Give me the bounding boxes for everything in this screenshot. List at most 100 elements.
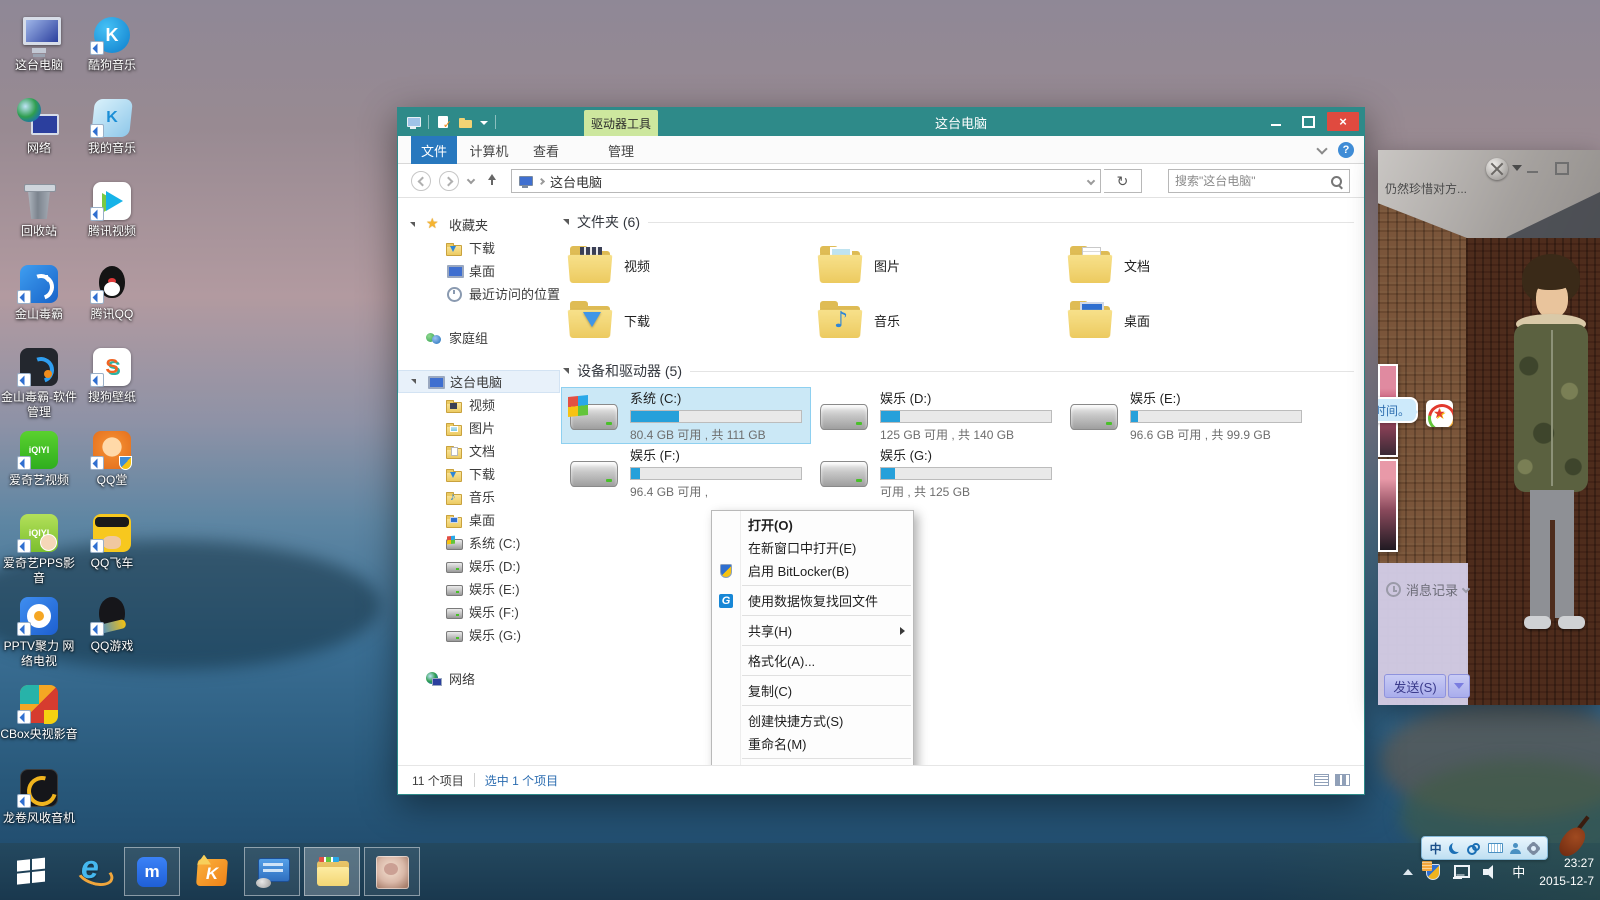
help-icon[interactable]: ? — [1338, 142, 1354, 158]
drive-tile-娱乐 (D:)[interactable]: 娱乐 (D:)125 GB 可用 , 共 140 GB — [811, 387, 1061, 444]
minimize-button[interactable] — [1263, 112, 1289, 131]
desktop-icon-iqiyi-pps[interactable]: iQIYI爱奇艺PPS影音 — [0, 513, 78, 586]
send-options-dropdown[interactable] — [1448, 674, 1470, 698]
desktop-icon-kingsoft-antivirus[interactable]: 金山毒霸 — [0, 264, 78, 322]
maximize-icon[interactable] — [1554, 162, 1568, 174]
forward-button[interactable] — [439, 171, 459, 191]
message-history-label[interactable]: 消息记录 — [1406, 580, 1458, 599]
desktop-icon-my-music[interactable]: K我的音乐 — [73, 98, 151, 156]
sidebar-item-桌面[interactable]: 桌面 — [398, 259, 560, 282]
hidden-icons-chevron[interactable] — [1403, 869, 1413, 875]
moon-icon[interactable] — [1449, 843, 1460, 854]
sidebar-item-网络[interactable]: 网络 — [398, 667, 560, 690]
menu-item-使用数据恢复找回文件[interactable]: G使用数据恢复找回文件 — [712, 589, 913, 612]
recent-locations-chevron[interactable] — [467, 176, 475, 184]
desktop-icon-qq-games[interactable]: QQ游戏 — [73, 596, 151, 654]
group-header[interactable]: 文件夹 (6) — [563, 212, 1354, 232]
drive-tile-娱乐 (F:)[interactable]: 娱乐 (F:)96.4 GB 可用 , — [561, 444, 811, 501]
expand-triangle-icon[interactable] — [411, 379, 416, 384]
sogou-icon[interactable] — [1467, 843, 1480, 853]
menu-item-共享(H)[interactable]: 共享(H) — [712, 619, 913, 642]
group-collapse-triangle-icon[interactable] — [563, 219, 569, 225]
desktop-icon-pptv[interactable]: PPTV聚力 网络电视 — [0, 596, 78, 669]
collapse-ribbon-icon[interactable] — [1316, 143, 1327, 154]
drive-tile-娱乐 (G:)[interactable]: 娱乐 (G:)可用 , 共 125 GB — [811, 444, 1061, 501]
search-input[interactable] — [1175, 174, 1330, 188]
menu-item-在新窗口中打开(E)[interactable]: 在新窗口中打开(E) — [712, 536, 913, 559]
taskbar-button-kugou-player[interactable]: K — [184, 847, 240, 896]
sidebar-item-文档[interactable]: 文档 — [398, 439, 560, 462]
desktop-icon-network[interactable]: 网络 — [0, 98, 78, 156]
desktop-icon-kugou-music[interactable]: K酷狗音乐 — [73, 15, 151, 73]
taskbar-button-photo-viewer[interactable] — [364, 847, 420, 896]
sidebar-item-下载[interactable]: 下载 — [398, 462, 560, 485]
new-folder-icon[interactable] — [458, 116, 473, 129]
tab-文件[interactable]: 文件 — [411, 136, 457, 164]
menu-item-打开(O)[interactable]: 打开(O) — [712, 513, 913, 536]
desktop-icon-sogou-wallpaper[interactable]: S搜狗壁纸 — [73, 347, 151, 405]
sidebar-item-最近访问的位置[interactable]: 最近访问的位置 — [398, 282, 560, 305]
tab-查看[interactable]: 查看 — [521, 136, 571, 164]
desktop-icon-qq-tang[interactable]: QQ堂 — [73, 430, 151, 488]
desktop-icon-tornado-radio[interactable]: 龙卷风收音机 — [0, 768, 78, 826]
drive-tile-系统 (C:)[interactable]: 系统 (C:)80.4 GB 可用 , 共 111 GB — [561, 387, 811, 444]
drive-tile-娱乐 (E:)[interactable]: 娱乐 (E:)96.6 GB 可用 , 共 99.9 GB — [1061, 387, 1311, 444]
ime-mode-label[interactable]: 中 — [1430, 840, 1442, 857]
desktop-icon-tencent-qq[interactable]: 腾讯QQ — [73, 264, 151, 322]
tab-计算机[interactable]: 计算机 — [461, 136, 517, 164]
folder-tile-音乐[interactable]: ♪音乐 — [811, 293, 1061, 348]
sidebar-item-下载[interactable]: 下载 — [398, 236, 560, 259]
up-button[interactable] — [486, 174, 498, 186]
back-button[interactable] — [411, 171, 431, 191]
menu-item-复制(C)[interactable]: 复制(C) — [712, 679, 913, 702]
folder-tile-桌面[interactable]: 桌面 — [1061, 293, 1311, 348]
refresh-button[interactable]: ↻ — [1104, 169, 1142, 193]
folder-tile-图片[interactable]: 图片 — [811, 238, 1061, 293]
sidebar-item-娱乐 (D:)[interactable]: 娱乐 (D:) — [398, 554, 560, 577]
sidebar-item-系统 (C:)[interactable]: 系统 (C:) — [398, 531, 560, 554]
expand-triangle-icon[interactable] — [410, 222, 415, 227]
send-button[interactable]: 发送(S) — [1384, 674, 1446, 698]
photo-thumbnail[interactable] — [1378, 459, 1398, 552]
title-bar[interactable]: 驱动器工具 这台电脑 × — [398, 108, 1364, 136]
maximize-button[interactable] — [1295, 112, 1321, 131]
desktop-icon-tencent-video[interactable]: 腾讯视频 — [73, 181, 151, 239]
folder-tile-下载[interactable]: 下载 — [561, 293, 811, 348]
taskbar-button-start[interactable] — [4, 847, 60, 896]
tab-管理[interactable]: 管理 — [584, 136, 658, 164]
folder-tile-文档[interactable]: 文档 — [1061, 238, 1311, 293]
thumbnails-view-icon[interactable] — [1335, 774, 1350, 786]
customize-chevron-icon[interactable] — [480, 121, 488, 125]
sidebar-item-桌面[interactable]: 桌面 — [398, 508, 560, 531]
menu-item-属性(R)[interactable]: 属性(R) — [712, 762, 913, 765]
taskbar-button-file-explorer[interactable] — [304, 847, 360, 896]
ime-toolbar[interactable]: 中 — [1421, 836, 1548, 860]
desktop-icon-qq-speed[interactable]: QQ飞车 — [73, 513, 151, 571]
search-box[interactable] — [1168, 169, 1350, 193]
message-history-row[interactable]: 消息记录 — [1386, 580, 1469, 599]
network-icon[interactable] — [1453, 865, 1470, 879]
desktop-icon-kingsoft-manager[interactable]: 金山毒霸-软件管理 — [0, 347, 78, 420]
minimize-icon[interactable] — [1526, 162, 1540, 174]
taskbar-button-control-panel[interactable] — [244, 847, 300, 896]
desktop-icon-cbox[interactable]: CBox央视影音 — [0, 684, 78, 742]
folder-tile-视频[interactable]: 视频 — [561, 238, 811, 293]
sidebar-item-图片[interactable]: 图片 — [398, 416, 560, 439]
group-header[interactable]: 设备和驱动器 (5) — [563, 361, 1354, 381]
ime-indicator[interactable]: 中 — [1511, 861, 1526, 882]
address-dropdown-chevron[interactable] — [1087, 177, 1095, 185]
sidebar-item-娱乐 (F:)[interactable]: 娱乐 (F:) — [398, 600, 560, 623]
soft-keyboard-icon[interactable] — [1488, 843, 1503, 853]
menu-item-启用 BitLocker(B)[interactable]: 启用 BitLocker(B) — [712, 559, 913, 582]
breadcrumb[interactable]: 这台电脑 — [550, 172, 602, 191]
drive-tools-contextual-tab[interactable]: 驱动器工具 — [584, 110, 658, 136]
sidebar-item-音乐[interactable]: ♪音乐 — [398, 485, 560, 508]
sidebar-item-视频[interactable]: 视频 — [398, 393, 560, 416]
chevron-down-icon[interactable] — [1462, 584, 1470, 592]
sidebar-item-娱乐 (G:)[interactable]: 娱乐 (G:) — [398, 623, 560, 646]
properties-icon[interactable] — [436, 116, 451, 129]
desktop-icon-recycle-bin[interactable]: 回收站 — [0, 181, 78, 239]
volume-icon[interactable] — [1483, 865, 1498, 879]
sidebar-item-娱乐 (E:)[interactable]: 娱乐 (E:) — [398, 577, 560, 600]
taskbar-button-maxthon-browser[interactable]: m — [124, 847, 180, 896]
